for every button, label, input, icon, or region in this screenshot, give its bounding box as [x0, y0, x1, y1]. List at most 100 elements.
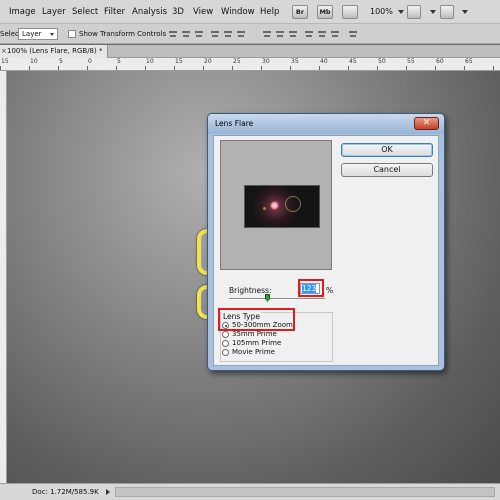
- show-transform-checkbox[interactable]: [68, 30, 76, 38]
- horizontal-ruler: 15 10 5 0 5 10 15 20 25 30 35 40 45 50 5…: [0, 58, 500, 71]
- radio-button[interactable]: [222, 340, 229, 347]
- brightness-unit: %: [326, 286, 334, 295]
- menu-window[interactable]: Window: [221, 6, 255, 18]
- document-title: 100% (Lens Flare, RGB/8) *: [7, 47, 103, 55]
- ruler-tick: 30: [262, 58, 270, 65]
- auto-select-value: Layer: [22, 30, 42, 38]
- align-horizontal-center-icon[interactable]: [223, 29, 233, 39]
- ruler-mark: [174, 66, 175, 70]
- lens-option-label: 105mm Prime: [232, 339, 282, 347]
- ruler-mark: [464, 66, 465, 70]
- radio-button[interactable]: [222, 331, 229, 338]
- lens-option-label: 35mm Prime: [232, 330, 277, 338]
- menu-analysis[interactable]: Analysis: [132, 6, 167, 18]
- ruler-mark: [435, 66, 436, 70]
- ruler-tick: 15: [1, 58, 9, 65]
- ruler-tick: 5: [117, 58, 121, 65]
- flare-preview[interactable]: [220, 140, 332, 270]
- align-left-icon[interactable]: [210, 29, 220, 39]
- vertical-ruler: [0, 71, 7, 483]
- lens-flare-dialog: Lens Flare ✕ OK Cancel Brightness: 123 %…: [207, 113, 445, 371]
- ruler-tick: 35: [291, 58, 299, 65]
- brightness-slider-track[interactable]: [229, 298, 325, 300]
- auto-align-layers-icon[interactable]: [348, 29, 358, 39]
- show-transform-label: Show Transform Controls: [79, 30, 167, 38]
- ruler-tick: 10: [146, 58, 154, 65]
- ruler-mark: [290, 66, 291, 70]
- align-bottom-icon[interactable]: [194, 29, 204, 39]
- ok-button[interactable]: OK: [341, 143, 433, 157]
- ruler-tick: 60: [436, 58, 444, 65]
- document-size-info: Doc: 1.72M/585.9K: [32, 488, 99, 496]
- menu-help[interactable]: Help: [260, 6, 279, 18]
- flare-ring: [285, 196, 301, 212]
- menu-image[interactable]: Image: [9, 6, 36, 18]
- align-vertical-center-icon[interactable]: [181, 29, 191, 39]
- status-bar: Doc: 1.72M/585.9K: [0, 483, 500, 500]
- menu-layer[interactable]: Layer: [42, 6, 66, 18]
- ruler-mark: [203, 66, 204, 70]
- distribute-vertical-center-icon[interactable]: [275, 29, 285, 39]
- ruler-tick: 0: [88, 58, 92, 65]
- status-menu-arrow-icon[interactable]: [106, 489, 110, 495]
- dialog-body: OK Cancel Brightness: 123 % Lens Type 50…: [213, 135, 439, 366]
- ruler-mark: [319, 66, 320, 70]
- ruler-mark: [232, 66, 233, 70]
- align-top-icon[interactable]: [168, 29, 178, 39]
- flare-thumbnail[interactable]: [244, 185, 320, 228]
- menu-select[interactable]: Select: [72, 6, 98, 18]
- distribute-left-icon[interactable]: [304, 29, 314, 39]
- ruler-mark: [406, 66, 407, 70]
- ruler-tick: 10: [30, 58, 38, 65]
- ruler-mark: [261, 66, 262, 70]
- ruler-tick: 65: [465, 58, 473, 65]
- options-bar: Select: Layer Show Transform Controls: [0, 24, 500, 44]
- menu-3d[interactable]: 3D: [172, 6, 184, 18]
- distribute-right-icon[interactable]: [330, 29, 340, 39]
- cancel-button[interactable]: Cancel: [341, 163, 433, 177]
- dialog-titlebar[interactable]: Lens Flare ✕: [208, 114, 444, 134]
- brightness-slider-thumb[interactable]: [265, 294, 270, 302]
- document-tab-bar: × 100% (Lens Flare, RGB/8) *: [0, 45, 500, 58]
- align-right-icon[interactable]: [236, 29, 246, 39]
- ruler-tick: 45: [349, 58, 357, 65]
- brightness-highlight-box: [298, 279, 324, 297]
- ruler-mark: [348, 66, 349, 70]
- zoom-level[interactable]: 100%: [370, 6, 393, 18]
- distribute-top-icon[interactable]: [262, 29, 272, 39]
- screen-mode-dropdown-icon[interactable]: [430, 10, 436, 14]
- view-extras-button[interactable]: [342, 5, 358, 19]
- distribute-bottom-icon[interactable]: [288, 29, 298, 39]
- ruler-mark: [58, 66, 59, 70]
- ruler-mark: [0, 66, 1, 70]
- ruler-mark: [116, 66, 117, 70]
- arrange-documents-button[interactable]: [440, 5, 454, 19]
- ruler-tick: 15: [175, 58, 183, 65]
- document-tab[interactable]: × 100% (Lens Flare, RGB/8) *: [0, 45, 108, 58]
- ruler-mark: [145, 66, 146, 70]
- menu-view[interactable]: View: [193, 6, 213, 18]
- ruler-tick: 20: [204, 58, 212, 65]
- lens-type-highlight-box: [218, 308, 295, 331]
- lens-option-label: Movie Prime: [232, 348, 275, 356]
- ruler-tick: 40: [320, 58, 328, 65]
- dialog-title: Lens Flare: [215, 119, 254, 128]
- radio-button[interactable]: [222, 349, 229, 356]
- ruler-tick: 25: [233, 58, 241, 65]
- ruler-mark: [377, 66, 378, 70]
- screen-mode-button[interactable]: [407, 5, 421, 19]
- auto-select-dropdown[interactable]: Layer: [18, 28, 58, 40]
- close-button[interactable]: ✕: [414, 117, 439, 130]
- mini-bridge-button[interactable]: Mb: [317, 5, 333, 19]
- flare-dot: [263, 207, 266, 210]
- flare-center-crosshair[interactable]: [270, 201, 279, 210]
- menu-bar: Image Layer Select Filter Analysis 3D Vi…: [0, 0, 500, 24]
- horizontal-scrollbar[interactable]: [115, 487, 495, 497]
- zoom-dropdown-icon[interactable]: [398, 10, 404, 14]
- bridge-button[interactable]: Br: [292, 5, 308, 19]
- ruler-mark: [493, 66, 494, 70]
- close-icon[interactable]: ×: [1, 46, 7, 56]
- menu-filter[interactable]: Filter: [104, 6, 125, 18]
- distribute-horizontal-center-icon[interactable]: [317, 29, 327, 39]
- arrange-dropdown-icon[interactable]: [462, 10, 468, 14]
